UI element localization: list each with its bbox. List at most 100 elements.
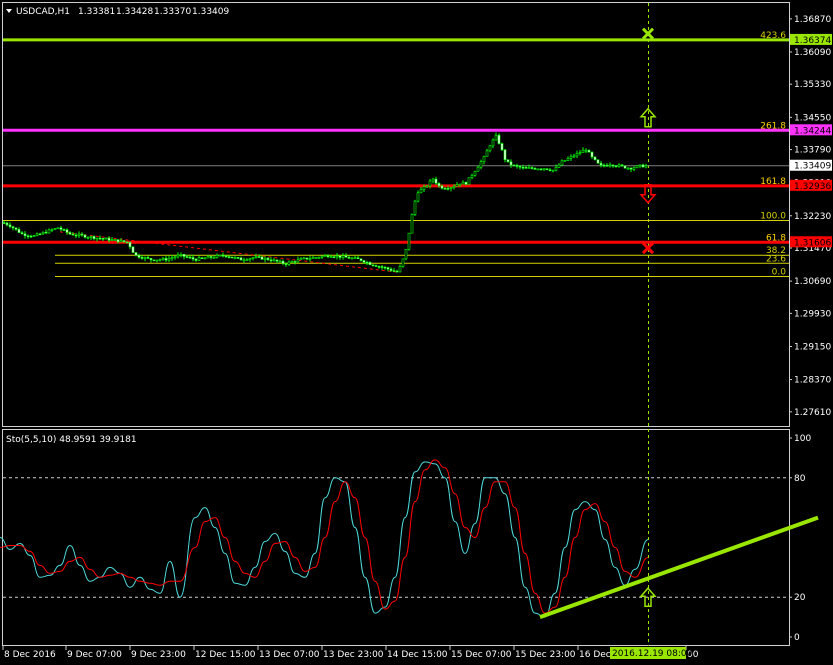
price-axis-label: 1.28370 <box>794 376 831 386</box>
price-axis-label: 1.35330 <box>794 80 831 90</box>
candle-body <box>542 168 546 170</box>
candle-body <box>14 227 18 230</box>
candle-body <box>620 164 624 167</box>
candle-body <box>629 167 633 170</box>
candle-body <box>455 184 459 187</box>
candle-body <box>497 134 501 144</box>
candle-body <box>299 258 303 260</box>
time-axis-label: 13 Dec 07:00 <box>259 650 320 660</box>
symbol-timeframe: USDCAD,H1 <box>16 7 70 17</box>
time-axis-label: 15 Dec 23:00 <box>515 650 576 660</box>
candle-body <box>224 255 228 258</box>
candle-body <box>155 259 159 262</box>
candle-body <box>44 231 48 234</box>
candle-body <box>164 258 168 261</box>
candle-body <box>86 236 90 239</box>
candle-body <box>317 256 321 259</box>
candle-body <box>236 257 240 259</box>
candle-body <box>53 228 57 230</box>
candle-body <box>296 259 300 263</box>
mt4-chart[interactable]: 1.368701.360901.353301.345501.337901.330… <box>0 0 833 665</box>
candle-body <box>575 152 579 157</box>
candle-body <box>539 168 543 171</box>
candle-body <box>638 164 642 167</box>
candle-body <box>98 237 102 240</box>
candle-body <box>494 134 498 141</box>
candle-body <box>626 167 630 170</box>
candle-body <box>83 234 87 238</box>
candle-body <box>206 256 210 259</box>
candle-body <box>56 227 60 230</box>
candle-body <box>473 171 477 176</box>
candle-body <box>146 257 150 259</box>
candle-body <box>194 258 198 261</box>
candle-body <box>572 155 576 158</box>
stochastic-axis-label: 100 <box>794 434 811 444</box>
fib-level-label: 261.8 <box>760 121 786 131</box>
candle-body <box>29 235 33 238</box>
candle-body <box>143 257 147 259</box>
candle-body <box>644 165 648 168</box>
candle-body <box>470 175 474 178</box>
time-axis-label: 8 Dec 2016 <box>4 650 56 660</box>
candle-body <box>641 164 645 168</box>
candle-body <box>602 164 606 167</box>
candle-body <box>89 236 93 238</box>
candle-body <box>23 233 27 236</box>
price-axis-label: 1.32230 <box>794 212 831 222</box>
price-axis-label: 1.27610 <box>794 408 831 418</box>
ohlc-low: 1.33370 <box>154 7 191 17</box>
candle-body <box>467 177 471 185</box>
candle-body <box>533 168 537 170</box>
candle-body <box>392 270 396 272</box>
candle-body <box>512 164 516 167</box>
price-axis-label: 1.29930 <box>794 309 831 319</box>
candle-body <box>530 167 534 169</box>
candle-body <box>263 257 267 260</box>
candle-body <box>233 257 237 259</box>
candle-body <box>65 229 69 233</box>
candle-body <box>8 224 12 227</box>
candle-body <box>314 257 318 259</box>
candle-body <box>404 248 408 260</box>
candle-body <box>101 238 105 240</box>
candle-body <box>335 255 339 258</box>
candle-body <box>347 257 351 259</box>
candle-body <box>608 164 612 167</box>
crosshair-time-label: 2016.12.19 08:00 <box>612 649 693 659</box>
candle-body <box>323 255 327 257</box>
candle-body <box>560 160 564 166</box>
candle-body <box>167 258 171 261</box>
candle-body <box>80 233 84 236</box>
candle-body <box>230 256 234 259</box>
candle-body <box>410 214 414 234</box>
candle-body <box>440 185 444 189</box>
candle-body <box>257 256 261 258</box>
candle-body <box>251 257 255 259</box>
stochastic-axis-label: 20 <box>794 593 806 603</box>
candle-body <box>245 259 249 261</box>
price-axis-label: 1.36870 <box>794 15 831 25</box>
candle-body <box>305 257 309 260</box>
candle-body <box>161 258 165 260</box>
candle-body <box>344 255 348 258</box>
candle-body <box>425 185 429 188</box>
candle-body <box>326 255 330 258</box>
candle-body <box>116 239 120 243</box>
candle-body <box>275 259 279 262</box>
price-axis-label: 1.30690 <box>794 277 831 287</box>
candle-body <box>413 200 417 215</box>
candle-body <box>434 178 438 184</box>
candle-body <box>254 256 258 258</box>
price-axis-label: 1.36090 <box>794 48 831 58</box>
candle-body <box>452 186 456 188</box>
candle-body <box>521 166 525 169</box>
candle-body <box>209 256 213 258</box>
candle-body <box>218 254 222 257</box>
candle-body <box>269 259 273 262</box>
stochastic-label: Sto(5,5,10) 48.9591 39.9181 <box>6 435 137 445</box>
time-axis-label: 16 Dec <box>579 650 611 660</box>
price-axis-label: 1.29150 <box>794 342 831 352</box>
candle-body <box>401 258 405 267</box>
candle-body <box>428 180 432 187</box>
